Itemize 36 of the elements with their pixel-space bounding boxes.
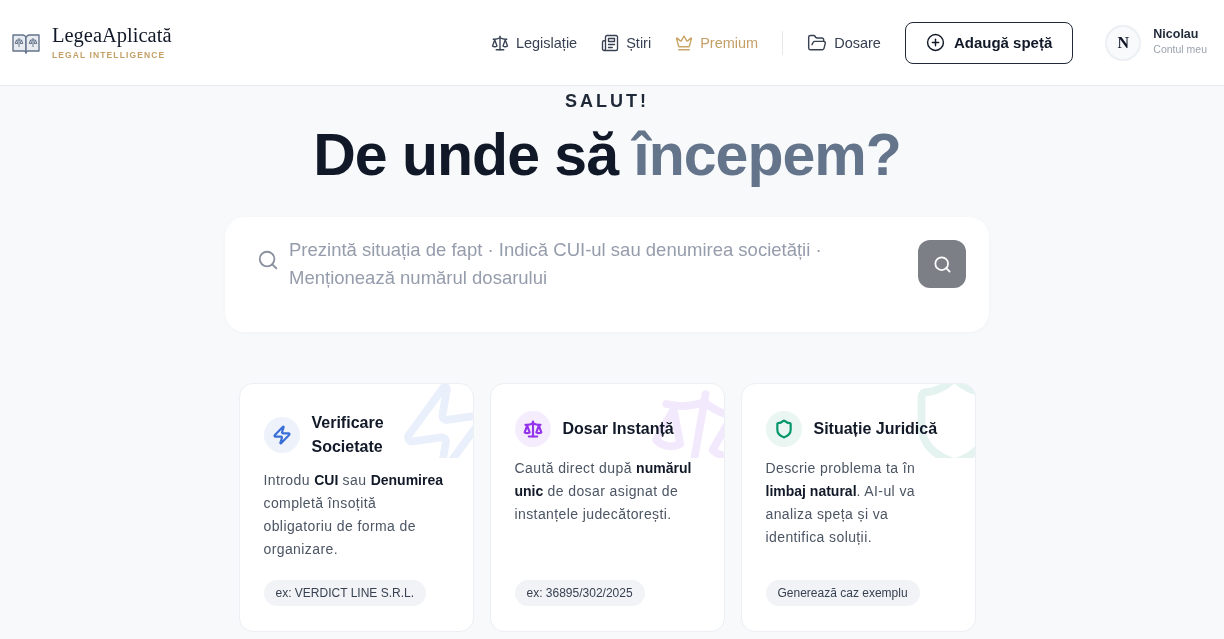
search-box[interactable]: Prezintă situația de fapt · Indică CUI-ul sau denumirea societății · Menționează numărul dosarului [225,217,989,332]
book-scale-logo-icon [12,31,40,54]
newspaper-icon [601,33,620,52]
page-heading: De unde să începem? [313,121,901,190]
card-title: Situație Juridică [813,419,938,439]
add-case-button[interactable]: Adaugă speță [904,21,1074,64]
search-icon [932,254,952,274]
plus-circle-icon [925,33,945,52]
user-avatar[interactable]: N [1105,24,1142,61]
nav-link[interactable]: Legislație [490,33,578,52]
user-name: Nicolau [1153,25,1200,42]
brand-tagline: LEGAL INTELLIGENCE [52,50,167,61]
folder-icon [807,32,828,53]
search-button[interactable] [918,240,966,288]
example-button[interactable]: ex: 36895/302/2025 [514,580,645,606]
search-icon [257,249,279,271]
nav-link[interactable]: Știri [601,33,652,52]
feature-card[interactable]: Verificare Societate Introdu CUI sau Denumirea completă însoțită obligatoriu de forma de organizare. ex: VERDICT LINE S.R.L. [238,383,474,632]
crown-icon [675,33,694,52]
brand-name: LegeaAplicată [52,24,172,46]
card-description: Descrie problema ta în limbaj natural. AI-ul va analiza speța și va identifica soluții. [765,459,917,547]
feature-card[interactable]: Dosar Instanță Caută direct după numărul unic de dosar asignat de instanțele judecătorești. ex: 36895/302/2025 [489,383,725,632]
nav-link[interactable]: Dosare [807,32,881,53]
greeting: SALUT! [565,90,649,112]
card-title: Dosar Instanță [562,419,674,439]
feature-card[interactable]: Situație Juridică Descrie problema ta în limbaj natural. AI-ul va analiza speța și va identifica soluții. Generează caz exemplu [740,383,976,632]
card-description: Caută direct după numărul unic de dosar asignat de instanțele judecătorești. [514,459,693,524]
card-title: Verificare Societate [311,413,385,457]
search-field[interactable]: Prezintă situația de fapt · Indică CUI-ul sau denumirea societății · Menționează numărul dosarului [289,236,854,292]
shield-icon [765,411,802,447]
card-description: Introdu CUI sau Denumirea completă însoțită obligatoriu de forma de organizare. [263,471,445,559]
scale-icon [490,33,509,52]
scale-icon [514,411,551,447]
lightning-icon [263,417,300,453]
example-button[interactable]: ex: VERDICT LINE S.R.L. [263,580,426,606]
example-button[interactable]: Generează caz exemplu [765,580,920,606]
